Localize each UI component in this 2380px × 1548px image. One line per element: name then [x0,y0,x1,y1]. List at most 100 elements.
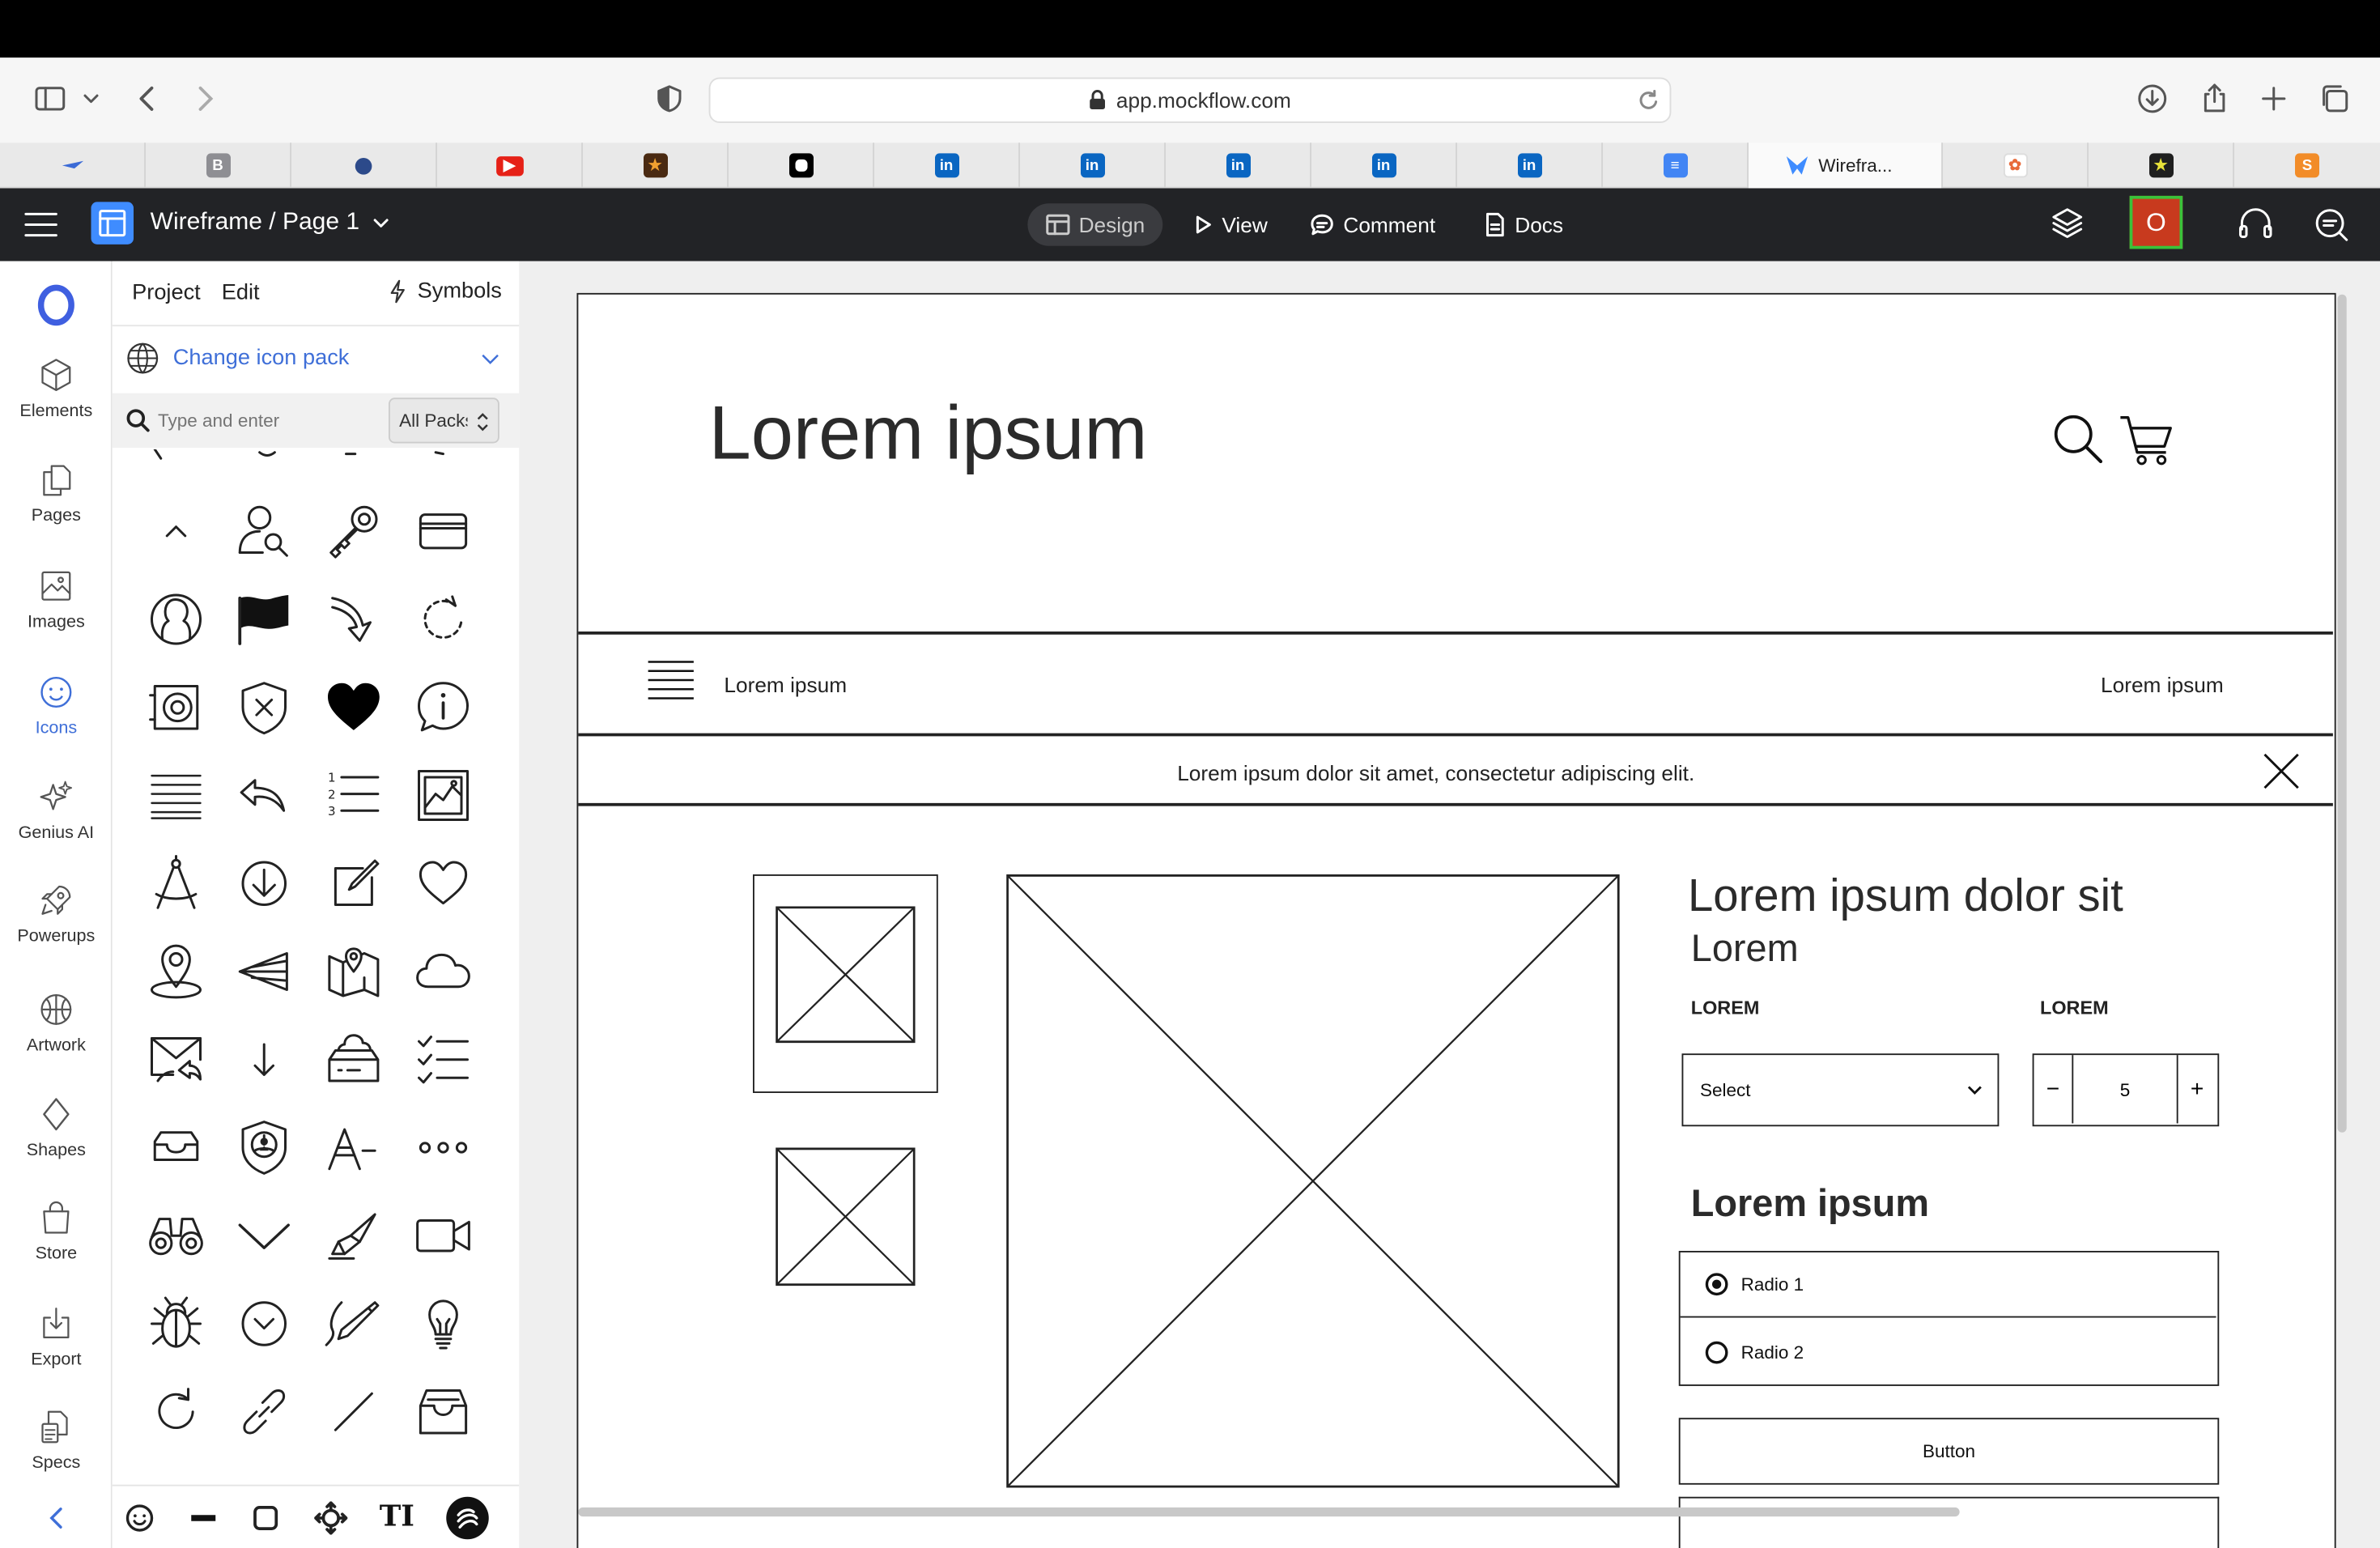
inbox-tray-icon[interactable] [146,1117,206,1178]
more-dots-icon[interactable] [413,1117,474,1178]
cloud-storage-icon[interactable] [323,1029,384,1090]
info-bubble-icon[interactable] [413,677,474,738]
hamburger-menu-icon[interactable] [24,210,57,240]
pack-select[interactable]: All Packs [389,398,499,444]
map-pin-icon[interactable] [323,942,384,1002]
browser-tab[interactable]: ★ [2089,142,2234,189]
rail-genius-ai[interactable]: Genius AI [0,779,113,843]
browser-tab[interactable]: in [1020,142,1166,189]
document-title[interactable]: Wireframe / Page 1 [151,210,390,237]
browser-tab[interactable]: ✿ [1943,142,2089,189]
framed-chart-icon[interactable] [413,765,474,826]
new-tab-icon[interactable] [2257,82,2293,118]
line-tool-icon[interactable] [189,1503,219,1533]
increment-button[interactable]: + [2176,1055,2216,1124]
chevron-down-icon[interactable] [79,82,104,118]
wireframe-frame[interactable]: Lorem ipsum Lorem ipsum Lorem ipsum Lore… [576,292,2336,1548]
change-icon-pack[interactable]: Change icon pack [126,340,506,376]
mail-forward-icon[interactable] [146,1029,206,1090]
horizontal-scrollbar[interactable] [578,1507,1960,1517]
archive-box-icon[interactable] [413,1381,474,1442]
chevron-down-circle-icon[interactable] [234,1294,295,1354]
scribble-tool-icon[interactable] [446,1496,489,1540]
headphones-support-icon[interactable] [2238,205,2274,241]
browser-tab[interactable]: ≡ [1603,142,1749,189]
browser-tab[interactable] [0,142,146,189]
reload-icon[interactable] [1636,88,1660,113]
key-icon[interactable] [323,501,384,562]
search-zoom-icon[interactable] [2314,206,2350,243]
numbered-list-icon[interactable]: 1 2 3 [323,765,384,826]
heart-filled-icon[interactable] [323,677,384,738]
radio-option-1[interactable]: Radio 1 [1680,1252,2216,1318]
curved-arrow-down-icon[interactable] [323,589,384,650]
text-tool-icon[interactable]: TI [380,1500,414,1533]
user-search-icon[interactable] [234,501,295,562]
link-chain-icon[interactable] [234,1381,295,1442]
thumbnail-selected[interactable] [753,874,938,1093]
rail-shapes[interactable]: Shapes [0,1096,113,1160]
shield-x-icon[interactable] [234,677,295,738]
rail-artwork[interactable]: Artwork [0,991,113,1055]
search-icon[interactable] [2052,413,2104,465]
quantity-value[interactable]: 5 [2073,1055,2177,1123]
icon-search-input[interactable] [158,405,371,436]
symbols-tab[interactable]: Symbols [389,279,502,304]
video-camera-icon[interactable] [413,1206,474,1266]
decrement-button[interactable]: − [2034,1055,2074,1124]
rail-elements[interactable]: Elements [0,357,113,420]
browser-tab-active[interactable]: Wirefra... [1749,142,1943,189]
bug-icon[interactable] [146,1294,206,1354]
location-pin-icon[interactable] [146,942,206,1002]
browser-tab[interactable]: in [1311,142,1457,189]
forward-icon[interactable] [189,82,225,118]
cloud-icon[interactable] [413,942,474,1002]
heart-outline-icon[interactable] [413,853,474,914]
chevron-down-large-icon[interactable] [234,1206,295,1266]
shield-user-icon[interactable] [234,1117,295,1178]
pencil-draw-icon[interactable] [323,1294,384,1354]
highlighter-icon[interactable] [323,1206,384,1266]
sidebar-toggle-icon[interactable] [33,82,70,118]
move-arrows-icon[interactable] [314,1501,348,1535]
back-icon[interactable] [130,82,167,118]
reply-arrow-icon[interactable] [234,765,295,826]
view-tab[interactable]: View [1195,203,1268,246]
paper-plane-icon[interactable] [234,942,295,1002]
arrow-down-icon[interactable] [234,1029,295,1090]
shopping-cart-icon[interactable] [2118,413,2175,470]
safe-icon[interactable] [146,677,206,738]
align-lines-icon[interactable] [146,765,206,826]
layers-icon[interactable] [2051,206,2084,240]
wireframe-header-title[interactable]: Lorem ipsum [709,389,1148,477]
rail-powerups[interactable]: Powerups [0,882,113,946]
main-image-placeholder[interactable] [1006,874,1621,1489]
refresh-dashed-icon[interactable] [413,589,474,650]
vertical-scrollbar[interactable] [2337,294,2347,1133]
line-icon[interactable] [323,1381,384,1442]
address-bar[interactable]: app.mockflow.com [708,77,1672,123]
rail-specs[interactable]: Specs [0,1409,113,1473]
browser-tab[interactable]: ▶ [437,142,583,189]
credit-card-icon[interactable] [413,501,474,562]
browser-tab[interactable]: B [146,142,291,189]
browser-tab[interactable]: in [874,142,1020,189]
mockflow-o-logo-icon[interactable] [35,284,78,327]
option-select[interactable]: Select [1681,1053,2000,1127]
comment-tab[interactable]: Comment [1310,203,1435,246]
smiley-icon[interactable] [125,1503,155,1533]
share-icon[interactable] [2198,82,2234,118]
arrow-down-circle-icon[interactable] [234,853,295,914]
browser-tab[interactable]: in [1457,142,1603,189]
user-circle-icon[interactable] [146,589,206,650]
browser-tab[interactable]: in [1166,142,1311,189]
wireframe-button[interactable]: Button [1678,1418,2220,1485]
browser-tab[interactable]: S [2234,142,2380,188]
checklist-icon[interactable] [413,1029,474,1090]
binoculars-icon[interactable] [146,1206,206,1266]
thumbnail-image-placeholder[interactable] [776,1147,916,1288]
shield-icon[interactable] [652,82,689,118]
project-tab[interactable]: Project [132,281,201,305]
rectangle-tool-icon[interactable] [250,1503,281,1533]
rail-store[interactable]: Store [0,1199,113,1263]
